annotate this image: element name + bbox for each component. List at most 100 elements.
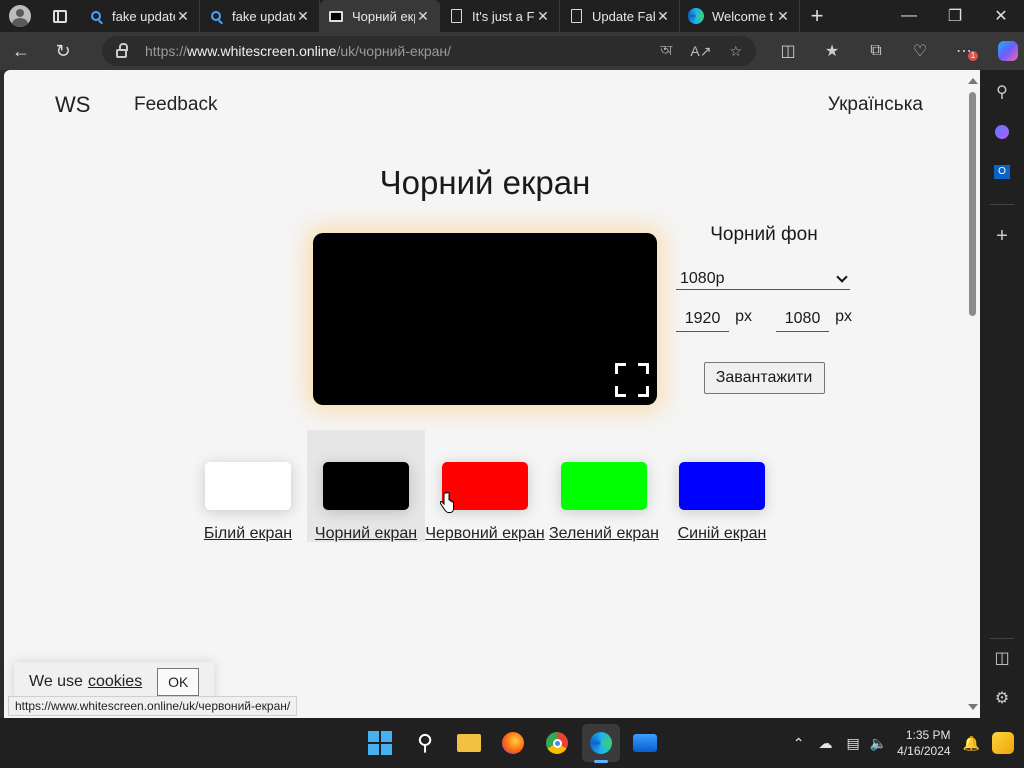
browser-toolbar: ← ↻ https://www.whitescreen.online/uk/чо… bbox=[0, 32, 1024, 70]
refresh-icon[interactable]: ↻ bbox=[42, 32, 84, 70]
screen-preview[interactable] bbox=[313, 233, 657, 405]
document-icon bbox=[568, 8, 584, 24]
scroll-thumb[interactable] bbox=[969, 92, 976, 316]
favorites-icon[interactable]: ★ bbox=[810, 41, 854, 61]
swatch-box[interactable] bbox=[205, 462, 291, 510]
cloud-icon[interactable]: ☁ bbox=[819, 735, 833, 752]
maximize-icon[interactable]: ❐ bbox=[932, 0, 978, 32]
clock[interactable]: 1:35 PM 4/16/2024 bbox=[897, 727, 950, 759]
close-icon[interactable]: ✕ bbox=[655, 8, 671, 25]
photos-icon[interactable] bbox=[633, 731, 657, 755]
swatch-red[interactable]: Червоний екран bbox=[425, 430, 545, 542]
translate-icon[interactable]: অ bbox=[660, 39, 672, 63]
profile-button[interactable] bbox=[0, 0, 40, 32]
scroll-down-icon[interactable] bbox=[968, 704, 978, 710]
swatch-box[interactable] bbox=[679, 462, 765, 510]
back-icon[interactable]: ← bbox=[0, 32, 42, 70]
display-icon[interactable]: ▤ bbox=[847, 735, 860, 752]
tab-fake-update-2[interactable]: fake update ✕ bbox=[200, 0, 320, 32]
tab-black-screen[interactable]: Чорний екран ✕ bbox=[320, 0, 440, 32]
settings-heading: Чорний фон bbox=[710, 224, 818, 245]
scroll-up-icon[interactable] bbox=[968, 78, 978, 84]
edge-sidebar: ⚲ O + ◫ ⚙ bbox=[980, 70, 1024, 718]
close-icon[interactable]: ✕ bbox=[295, 8, 311, 25]
document-icon bbox=[448, 8, 464, 24]
start-button[interactable] bbox=[368, 731, 392, 755]
avatar bbox=[9, 5, 31, 27]
chrome-icon[interactable] bbox=[545, 731, 569, 755]
swatch-green[interactable]: Зелений екран bbox=[548, 430, 660, 542]
notifications-icon[interactable]: 🔔 bbox=[963, 735, 980, 752]
settings-panel: Чорний фон 1080p 1920 px 1080 px Заванта… bbox=[676, 224, 852, 394]
chevron-down-icon bbox=[836, 270, 848, 283]
search-icon[interactable]: ⚲ bbox=[992, 82, 1012, 102]
swatch-blue[interactable]: Синій екран bbox=[672, 430, 772, 542]
download-button[interactable]: Завантажити bbox=[703, 362, 825, 394]
system-tray: ⌃ ☁ ▤ 🔈 1:35 PM 4/16/2024 🔔 bbox=[793, 718, 1024, 768]
window-close-icon[interactable]: ✕ bbox=[978, 0, 1024, 32]
width-input[interactable]: 1920 bbox=[676, 310, 730, 332]
tab-welcome[interactable]: Welcome t ✕ bbox=[680, 0, 800, 32]
add-sidebar-app-icon[interactable]: + bbox=[992, 225, 1012, 247]
browser-essentials-icon[interactable]: ♡ bbox=[898, 41, 942, 61]
extension-badge: 1 bbox=[968, 51, 978, 61]
tab-fake-update-1[interactable]: fake update ✕ bbox=[80, 0, 200, 32]
more-menu-icon[interactable]: ⋯ 1 bbox=[942, 41, 986, 61]
cookie-ok-button[interactable]: OK bbox=[157, 668, 200, 696]
close-icon[interactable]: ✕ bbox=[535, 8, 551, 25]
edge-taskbar-icon[interactable] bbox=[589, 731, 613, 755]
hand-cursor-icon bbox=[440, 492, 454, 513]
swatch-white[interactable]: Білий екран bbox=[200, 430, 296, 542]
firefox-icon[interactable] bbox=[501, 731, 525, 755]
lock-icon[interactable] bbox=[116, 42, 128, 58]
site-logo[interactable]: WS bbox=[55, 92, 90, 118]
new-tab-button[interactable]: + bbox=[800, 3, 834, 29]
read-aloud-icon[interactable]: A↗ bbox=[690, 43, 711, 60]
edge-icon bbox=[688, 8, 704, 24]
language-selector[interactable]: Українська bbox=[828, 94, 923, 116]
tab-update-fake[interactable]: Update Fak ✕ bbox=[560, 0, 680, 32]
tab-actions-icon bbox=[53, 9, 67, 23]
url-text: https://www.whitescreen.online/uk/чорний… bbox=[145, 43, 452, 59]
swatch-box[interactable] bbox=[561, 462, 647, 510]
show-hidden-icons[interactable]: ⌃ bbox=[793, 735, 805, 752]
outlook-icon[interactable]: O bbox=[992, 162, 1012, 182]
windows-taskbar: ⚲ ⌃ ☁ ▤ 🔈 1:35 PM 4/16/2024 🔔 bbox=[0, 718, 1024, 768]
swatch-box[interactable] bbox=[442, 462, 528, 510]
swatch-box[interactable] bbox=[323, 462, 409, 510]
search-icon bbox=[208, 8, 224, 24]
resolution-select[interactable]: 1080p bbox=[676, 268, 850, 290]
width-unit: px bbox=[735, 308, 752, 325]
collections-icon[interactable]: ⧉ bbox=[854, 42, 898, 60]
hide-sidebar-icon[interactable]: ◫ bbox=[992, 648, 1012, 668]
height-input[interactable]: 1080 bbox=[776, 310, 830, 332]
copilot-sidebar-icon[interactable] bbox=[992, 122, 1012, 142]
tab-strip: fake update ✕ fake update ✕ Чорний екран… bbox=[0, 0, 1024, 32]
tab-just-a[interactable]: It's just a F ✕ bbox=[440, 0, 560, 32]
windows-icon bbox=[368, 731, 392, 755]
cookies-link[interactable]: cookies bbox=[88, 673, 142, 691]
page-scrollbar[interactable] bbox=[966, 70, 980, 718]
minimize-icon[interactable]: — bbox=[886, 0, 932, 32]
close-icon[interactable]: ✕ bbox=[775, 8, 791, 25]
copilot-preview-icon[interactable] bbox=[992, 732, 1014, 754]
height-unit: px bbox=[835, 308, 852, 325]
page-title: Чорний екран bbox=[379, 164, 591, 201]
copilot-icon[interactable] bbox=[986, 41, 1024, 61]
swatch-black[interactable]: Чорний екран bbox=[307, 430, 425, 542]
tab-actions-button[interactable] bbox=[40, 0, 80, 32]
split-screen-icon[interactable]: ◫ bbox=[766, 41, 810, 61]
favorite-star-icon[interactable]: ☆ bbox=[729, 43, 742, 60]
search-icon bbox=[88, 8, 104, 24]
fullscreen-icon[interactable] bbox=[615, 363, 649, 397]
file-explorer-icon[interactable] bbox=[457, 731, 481, 755]
link-status-bar: https://www.whitescreen.online/uk/червон… bbox=[8, 696, 298, 716]
close-icon[interactable]: ✕ bbox=[415, 8, 431, 25]
web-page: WS Feedback Українська Чорний екран Чорн… bbox=[4, 70, 966, 718]
taskbar-search-icon[interactable]: ⚲ bbox=[413, 730, 437, 755]
volume-icon[interactable]: 🔈 bbox=[870, 735, 887, 752]
close-icon[interactable]: ✕ bbox=[175, 8, 191, 25]
sidebar-settings-icon[interactable]: ⚙ bbox=[992, 688, 1012, 708]
address-bar[interactable]: https://www.whitescreen.online/uk/чорний… bbox=[102, 36, 756, 66]
feedback-link[interactable]: Feedback bbox=[134, 94, 217, 116]
